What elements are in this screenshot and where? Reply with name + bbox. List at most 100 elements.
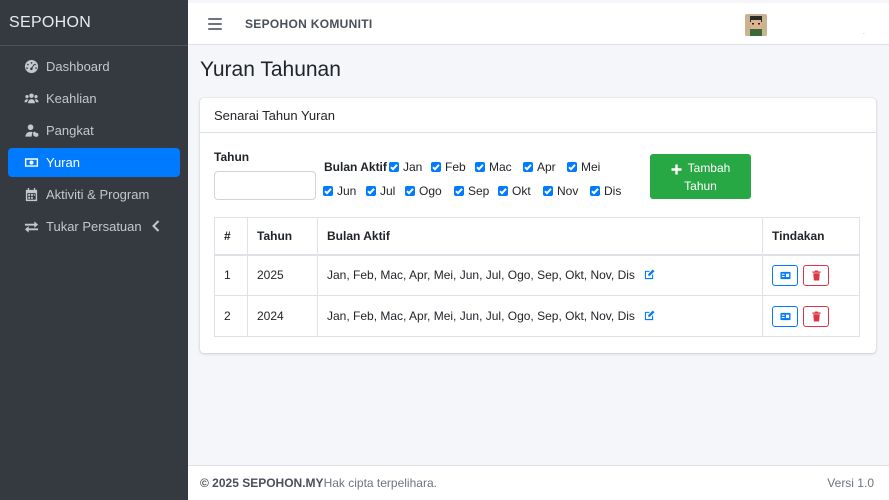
row-year: 2025 [247, 254, 318, 296]
table-header-row: # Tahun Bulan Aktif Tindakan [214, 217, 860, 256]
hamburger-menu-icon[interactable] [208, 17, 222, 30]
topbar-trailing-text: . [862, 27, 865, 36]
sidebar: SEPOHON Dashboard Keahlian Pangkat Yuran [0, 0, 188, 500]
user-tie-icon [23, 123, 39, 139]
add-button-label: Tambah [687, 160, 731, 175]
month-label: Mei [581, 160, 601, 174]
month-checkbox-okt[interactable]: Okt [498, 184, 531, 198]
month-label: Jul [380, 184, 396, 198]
sidebar-nav: Dashboard Keahlian Pangkat Yuran Aktivit… [0, 46, 188, 241]
delete-button[interactable] [803, 264, 830, 286]
month-checkbox-mei[interactable]: Mei [567, 160, 600, 174]
month-checkbox-jun[interactable]: Jun [323, 184, 356, 198]
view-button[interactable] [772, 305, 798, 327]
checkbox-checked-icon[interactable] [323, 186, 333, 196]
month-checkbox-apr[interactable]: Apr [523, 160, 556, 174]
sidebar-item-label: Dashboard [46, 59, 110, 74]
table-row: 2 2024 Jan, Feb, Mac, Apr, Mei, Jun, Jul… [214, 295, 860, 337]
exchange-icon [23, 219, 39, 235]
month-checkbox-feb[interactable]: Feb [431, 160, 466, 174]
fee-years-card: Senarai Tahun Yuran Tahun Bulan Aktif Ja… [200, 98, 876, 353]
footer-rights: Hak cipta terpelihara. [323, 476, 437, 490]
sidebar-item-pangkat[interactable]: Pangkat [8, 116, 180, 145]
month-label: Feb [445, 160, 466, 174]
row-months-cell: Jan, Feb, Mac, Apr, Mei, Jun, Jul, Ogo, … [317, 295, 763, 337]
sidebar-item-label: Aktiviti & Program [46, 187, 150, 202]
checkbox-checked-icon[interactable] [567, 162, 577, 172]
month-label: Mac [489, 160, 512, 174]
sidebar-item-label: Pangkat [46, 123, 94, 138]
sidebar-item-label: Keahlian [46, 91, 97, 106]
month-label: Jan [403, 160, 423, 174]
checkbox-checked-icon[interactable] [431, 162, 441, 172]
column-header: # [214, 217, 248, 256]
avatar[interactable] [745, 14, 767, 36]
month-checkbox-jan[interactable]: Jan [389, 160, 422, 174]
fee-years-table: # Tahun Bulan Aktif Tindakan 1 2025 Jan,… [214, 217, 860, 337]
sidebar-item-yuran[interactable]: Yuran [8, 148, 180, 177]
row-year: 2024 [247, 295, 318, 337]
page-title: Yuran Tahunan [200, 58, 341, 81]
sidebar-item-label: Yuran [46, 155, 80, 170]
month-label: Dis [604, 184, 622, 198]
delete-button[interactable] [803, 305, 830, 327]
month-label: Okt [512, 184, 531, 198]
month-checkbox-dis[interactable]: Dis [590, 184, 621, 198]
view-button[interactable] [772, 264, 798, 286]
footer-copyright: © 2025 SEPOHON.MY [200, 476, 324, 490]
footer-version: Versi 1.0 [827, 476, 874, 490]
month-checkbox-mac[interactable]: Mac [475, 160, 512, 174]
footer: © 2025 SEPOHON.MY Hak cipta terpelihara.… [188, 465, 889, 500]
top-navbar: SEPOHON KOMUNITI . [188, 3, 889, 45]
month-label: Sep [468, 184, 490, 198]
row-actions [762, 295, 860, 337]
month-checkbox-sep[interactable]: Sep [454, 184, 489, 198]
sidebar-item-keahlian[interactable]: Keahlian [8, 84, 180, 113]
sidebar-item-tukar-persatuan[interactable]: Tukar Persatuan [8, 212, 180, 241]
trash-icon [812, 311, 821, 322]
month-label: Nov [557, 184, 579, 198]
chevron-left-icon [152, 220, 160, 232]
add-year-button[interactable]: Tambah Tahun [650, 154, 751, 199]
checkbox-checked-icon[interactable] [498, 186, 508, 196]
table-row: 1 2025 Jan, Feb, Mac, Apr, Mei, Jun, Jul… [214, 254, 860, 296]
app-title[interactable]: SEPOHON KOMUNITI [245, 17, 372, 31]
checkbox-checked-icon[interactable] [389, 162, 399, 172]
column-header: Tindakan [762, 217, 860, 256]
money-icon [23, 155, 39, 171]
card-title: Senarai Tahun Yuran [200, 98, 876, 133]
edit-icon[interactable] [644, 310, 655, 321]
sidebar-item-dashboard[interactable]: Dashboard [8, 52, 180, 81]
checkbox-checked-icon[interactable] [590, 186, 600, 196]
id-card-icon [779, 271, 791, 279]
month-checkbox-jul[interactable]: Jul [366, 184, 395, 198]
add-button-label: Tahun [684, 178, 717, 193]
row-months-cell: Jan, Feb, Mac, Apr, Mei, Jun, Jul, Ogo, … [317, 254, 763, 296]
row-number: 1 [214, 254, 248, 296]
id-card-icon [779, 312, 791, 320]
month-checkbox-ogo[interactable]: Ogo [405, 184, 442, 198]
checkbox-checked-icon[interactable] [475, 162, 485, 172]
row-months: Jan, Feb, Mac, Apr, Mei, Jun, Jul, Ogo, … [327, 309, 635, 323]
month-checkbox-nov[interactable]: Nov [543, 184, 578, 198]
year-label: Tahun [214, 150, 250, 164]
month-label: Apr [537, 160, 556, 174]
column-header: Tahun [247, 217, 318, 256]
calendar-icon [23, 187, 39, 203]
checkbox-checked-icon[interactable] [543, 186, 553, 196]
trash-icon [812, 270, 821, 281]
row-months: Jan, Feb, Mac, Apr, Mei, Jun, Jul, Ogo, … [327, 268, 635, 283]
checkbox-checked-icon[interactable] [405, 186, 415, 196]
checkbox-checked-icon[interactable] [366, 186, 376, 196]
year-input[interactable] [214, 171, 316, 200]
checkbox-checked-icon[interactable] [523, 162, 533, 172]
users-icon [23, 91, 39, 107]
checkbox-checked-icon[interactable] [454, 186, 464, 196]
sidebar-item-label: Tukar Persatuan [46, 219, 142, 234]
active-months-label: Bulan Aktif [324, 160, 387, 174]
edit-icon[interactable] [644, 269, 655, 280]
sidebar-item-aktiviti[interactable]: Aktiviti & Program [8, 180, 180, 209]
brand-logo-text[interactable]: SEPOHON [0, 0, 188, 46]
row-actions [762, 254, 860, 296]
plus-icon [671, 162, 682, 175]
